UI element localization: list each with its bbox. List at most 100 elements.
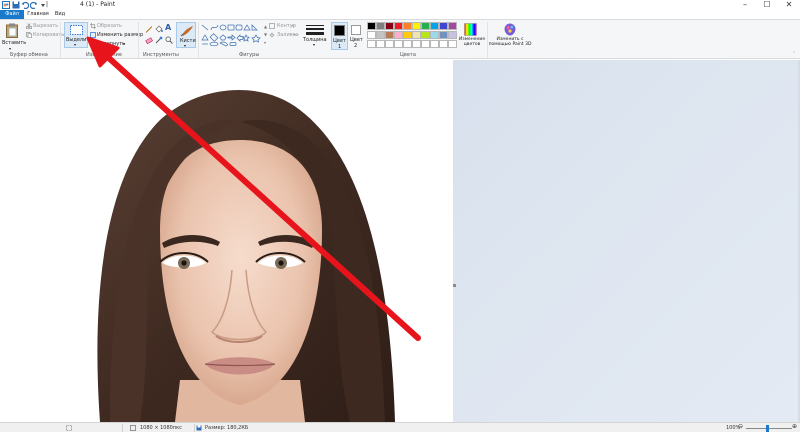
- cut-button[interactable]: Вырезать: [33, 23, 58, 29]
- palette-swatch[interactable]: [376, 31, 385, 39]
- zoom-slider-track[interactable]: [746, 428, 792, 429]
- text-tool-icon[interactable]: A: [165, 24, 171, 32]
- palette-swatch[interactable]: [430, 40, 439, 48]
- size-chevron-icon: ▾: [313, 42, 316, 47]
- palette-swatch[interactable]: [421, 31, 430, 39]
- pencil-icon[interactable]: [145, 25, 153, 33]
- redo-icon[interactable]: [30, 1, 38, 9]
- shapes-group-label: Фигуры: [239, 52, 260, 58]
- copy-icon: [26, 32, 32, 38]
- palette-swatch[interactable]: [376, 40, 385, 48]
- palette-swatch[interactable]: [439, 31, 448, 39]
- select-label: Выделить: [66, 37, 93, 43]
- image-dimensions: 1080 × 1080пкс: [140, 425, 182, 431]
- brushes-chevron-icon: ▾: [184, 43, 187, 48]
- edit-colors-label: Изменение цветов: [458, 37, 486, 47]
- image-size-icon: [130, 425, 136, 431]
- collapse-ribbon-icon[interactable]: ˆ: [793, 52, 796, 58]
- size-button[interactable]: Толщина ▾: [302, 22, 328, 48]
- rotate-button[interactable]: Повернуть: [97, 41, 125, 47]
- palette-swatch[interactable]: [421, 22, 430, 30]
- tab-file[interactable]: Файл: [0, 10, 24, 19]
- status-divider: [194, 424, 195, 432]
- undo-icon[interactable]: [21, 1, 29, 9]
- palette-swatch[interactable]: [421, 40, 430, 48]
- file-size: Размер: 180,2КБ: [205, 425, 249, 431]
- shapes-gallery[interactable]: [200, 23, 262, 47]
- paint-window: | 4 (1) - Paint – ☐ ✕ Файл Главная Вид В…: [0, 0, 800, 432]
- tab-home[interactable]: Главная: [26, 10, 50, 19]
- palette-swatch[interactable]: [385, 31, 394, 39]
- palette-swatch[interactable]: [367, 40, 376, 48]
- palette-swatch[interactable]: [430, 22, 439, 30]
- color2-number: 2: [354, 43, 358, 49]
- eraser-icon[interactable]: [145, 36, 153, 44]
- shapes-scroll-up-icon[interactable]: ▲: [264, 24, 267, 30]
- color1-number: 1: [338, 44, 342, 50]
- ribbon: Вставить ▾ Вырезать Копировать Буфер обм…: [0, 19, 800, 59]
- tab-view[interactable]: Вид: [52, 10, 68, 19]
- close-button[interactable]: ✕: [778, 0, 800, 10]
- shapes-more-icon[interactable]: ▾: [264, 40, 266, 46]
- select-rectangle-icon: [70, 25, 83, 35]
- color2-button[interactable]: Цвет 2: [349, 22, 364, 50]
- resize-icon: [90, 32, 96, 38]
- minimize-button[interactable]: –: [734, 0, 756, 10]
- status-bar: 1080 × 1080пкс Размер: 180,2КБ 100% ⊖ ⊕: [0, 422, 800, 432]
- palette-swatch[interactable]: [394, 22, 403, 30]
- group-divider: [60, 22, 61, 58]
- zoom-in-icon[interactable]: ⊕: [792, 424, 797, 430]
- drawing-canvas[interactable]: [0, 60, 453, 422]
- group-divider: [198, 22, 199, 58]
- palette-swatch[interactable]: [385, 22, 394, 30]
- zoom-slider-thumb[interactable]: [766, 425, 769, 432]
- color1-button[interactable]: Цвет 1: [331, 22, 348, 50]
- title-bar: | 4 (1) - Paint – ☐ ✕: [0, 0, 800, 10]
- shapes-scroll-down-icon[interactable]: ▼: [264, 32, 267, 38]
- fill-shape-chevron-icon: ▾: [294, 32, 297, 37]
- palette-swatch[interactable]: [367, 22, 376, 30]
- tools-group-label: Инструменты: [143, 52, 179, 58]
- color-picker-icon[interactable]: [155, 36, 163, 44]
- maximize-button[interactable]: ☐: [756, 0, 778, 10]
- zoom-out-icon[interactable]: ⊖: [738, 424, 743, 430]
- outline-chevron-icon: ▾: [292, 23, 295, 28]
- paint3d-label: Изменить с помощью Paint 3D: [488, 37, 532, 47]
- group-divider: [138, 22, 139, 58]
- paint-app-icon: [2, 1, 10, 9]
- brushes-button[interactable]: Кисти ▾: [176, 22, 196, 48]
- palette-swatch[interactable]: [412, 22, 421, 30]
- crop-button[interactable]: Обрезать: [97, 23, 122, 29]
- paint3d-button[interactable]: Изменить с помощью Paint 3D: [488, 22, 532, 50]
- fill-shape-icon: [269, 32, 275, 38]
- palette-swatch[interactable]: [403, 31, 412, 39]
- crop-icon: [90, 23, 96, 29]
- palette-swatch[interactable]: [394, 31, 403, 39]
- palette-swatch[interactable]: [439, 40, 448, 48]
- selection-size-icon: [66, 425, 72, 431]
- edit-colors-button[interactable]: Изменение цветов: [456, 22, 486, 50]
- select-button[interactable]: Выделить ▾: [64, 22, 92, 48]
- paste-label: Вставить: [2, 40, 27, 46]
- image-group-label: Изображение: [86, 52, 122, 58]
- palette-swatch[interactable]: [439, 22, 448, 30]
- window-title: 4 (1) - Paint: [80, 1, 116, 8]
- palette-swatch[interactable]: [385, 40, 394, 48]
- palette-swatch[interactable]: [367, 31, 376, 39]
- save-icon[interactable]: [12, 1, 20, 9]
- palette-swatch[interactable]: [412, 40, 421, 48]
- palette-swatch[interactable]: [394, 40, 403, 48]
- fill-icon[interactable]: [155, 25, 163, 33]
- magnifier-icon[interactable]: [165, 36, 173, 44]
- paste-button[interactable]: Вставить ▾: [2, 22, 26, 51]
- palette-swatch[interactable]: [403, 22, 412, 30]
- resize-button[interactable]: Изменить размер: [97, 32, 143, 38]
- cut-icon: [26, 23, 32, 29]
- palette-swatch[interactable]: [376, 22, 385, 30]
- color-palette: [367, 22, 459, 48]
- canvas-resize-handle[interactable]: [453, 284, 456, 287]
- palette-swatch[interactable]: [412, 31, 421, 39]
- palette-swatch[interactable]: [430, 31, 439, 39]
- palette-swatch[interactable]: [403, 40, 412, 48]
- file-size-icon: [196, 425, 202, 431]
